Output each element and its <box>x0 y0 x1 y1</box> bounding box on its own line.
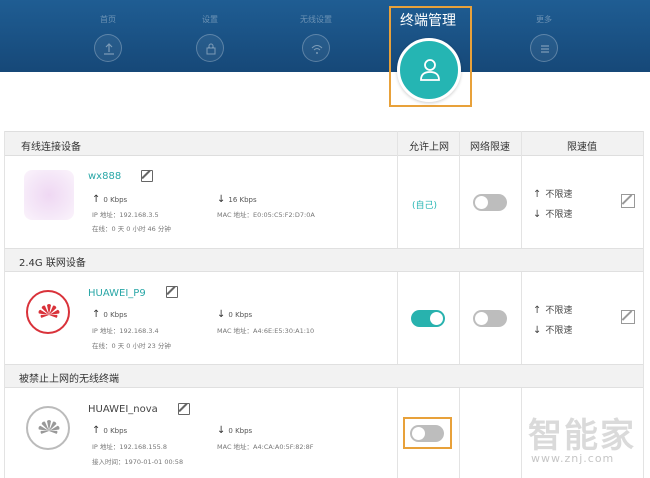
nav-label: 无线设置 <box>300 15 332 24</box>
nav-label: 更多 <box>536 15 552 24</box>
nav-item-wireless[interactable]: 无线设置 <box>286 14 346 62</box>
nav-item-more[interactable]: 更多 <box>514 14 574 62</box>
device-mac: MAC 地址：A4:CA:A0:5F:82:8F <box>217 443 314 451</box>
arrow-down-icon: ↓ <box>217 309 226 320</box>
column-header-allow: 允许上网 <box>409 142 449 153</box>
toggle-knob <box>475 196 488 209</box>
edit-icon[interactable] <box>178 403 190 415</box>
device-ip: IP 地址：192.168.155.8 <box>92 443 167 451</box>
nav-item-settings[interactable]: 设置 <box>180 14 240 62</box>
lock-icon <box>196 34 224 62</box>
device-avatar <box>24 170 74 220</box>
device-access-time: 接入时间：1970-01-01 00:58 <box>92 458 184 466</box>
upload-rate: ↑ 0 Kbps <box>92 194 128 205</box>
edit-limit-icon[interactable] <box>621 194 635 208</box>
arrow-down-icon: ↓ <box>533 209 542 220</box>
column-divider <box>397 131 398 478</box>
device-name: wx888 <box>88 171 122 182</box>
toggle-knob <box>475 312 488 325</box>
arrow-up-icon: ↑ <box>533 305 542 316</box>
top-nav-bar: 首页 设置 无线设置 更多 <box>0 0 650 72</box>
table-header: 有线连接设备 允许上网 网络限速 限速值 <box>5 131 643 156</box>
device-mac: MAC 地址：E0:05:C5:F2:D7:0A <box>217 211 315 219</box>
huawei-logo-icon <box>38 304 60 318</box>
user-icon <box>420 59 440 81</box>
limit-up: ↑ 不限速 <box>533 305 573 316</box>
upload-rate: ↑ 0 Kbps <box>92 309 128 320</box>
column-header-limit-value: 限速值 <box>567 142 597 153</box>
device-name: HUAWEI_P9 <box>88 288 146 299</box>
edit-icon[interactable] <box>166 286 178 298</box>
arrow-up-icon: ↑ <box>92 425 101 436</box>
arrow-down-icon: ↓ <box>217 425 226 436</box>
section-header-2g: 2.4G 联网设备 <box>5 248 643 272</box>
download-rate: ↓ 0 Kbps <box>217 425 253 436</box>
download-rate: ↓ 16 Kbps <box>217 194 257 205</box>
device-avatar <box>26 290 70 334</box>
arrow-up-icon: ↑ <box>92 309 101 320</box>
upload-rate: ↑ 0 Kbps <box>92 425 128 436</box>
nav-item-home[interactable]: 首页 <box>78 14 138 62</box>
section-title: 被禁止上网的无线终端 <box>19 374 119 385</box>
device-ip: IP 地址：192.168.3.5 <box>92 211 159 219</box>
highlight-box <box>403 417 452 449</box>
limit-up: ↑ 不限速 <box>533 189 573 200</box>
allow-internet-toggle[interactable] <box>411 310 445 327</box>
nav-item-device-management[interactable] <box>397 38 461 102</box>
edit-limit-icon[interactable] <box>621 310 635 324</box>
device-online-time: 在线：0 天 0 小时 46 分钟 <box>92 225 171 233</box>
column-header-device: 有线连接设备 <box>21 142 81 153</box>
device-online-time: 在线：0 天 0 小时 23 分钟 <box>92 342 171 350</box>
column-divider <box>459 131 460 478</box>
section-header-blocked: 被禁止上网的无线终端 <box>5 364 643 388</box>
download-rate: ↓ 0 Kbps <box>217 309 253 320</box>
watermark-logo: 智能家 <box>528 416 636 456</box>
nav-label: 首页 <box>100 15 116 24</box>
wifi-icon <box>302 34 330 62</box>
device-ip: IP 地址：192.168.3.4 <box>92 327 159 335</box>
arrow-down-icon: ↓ <box>217 194 226 205</box>
limit-down: ↓ 不限速 <box>533 209 573 220</box>
self-tag: (自己) <box>412 201 438 211</box>
nav-label: 设置 <box>202 15 218 24</box>
menu-icon <box>530 34 558 62</box>
upload-icon <box>94 34 122 62</box>
speed-limit-toggle[interactable] <box>473 310 507 327</box>
column-header-speed-limit: 网络限速 <box>470 142 510 153</box>
device-avatar <box>26 406 70 450</box>
device-name: HUAWEI_nova <box>88 404 158 415</box>
arrow-up-icon: ↑ <box>533 189 542 200</box>
huawei-logo-icon <box>38 420 60 434</box>
section-title: 2.4G 联网设备 <box>19 258 86 269</box>
arrow-up-icon: ↑ <box>92 194 101 205</box>
limit-down: ↓ 不限速 <box>533 325 573 336</box>
speed-limit-toggle[interactable] <box>473 194 507 211</box>
edit-icon[interactable] <box>141 170 153 182</box>
arrow-down-icon: ↓ <box>533 325 542 336</box>
toggle-knob <box>430 312 443 325</box>
watermark-url: www.znj.com <box>531 452 615 465</box>
column-divider <box>521 131 522 478</box>
device-mac: MAC 地址：A4:6E:E5:30:A1:10 <box>217 327 315 335</box>
